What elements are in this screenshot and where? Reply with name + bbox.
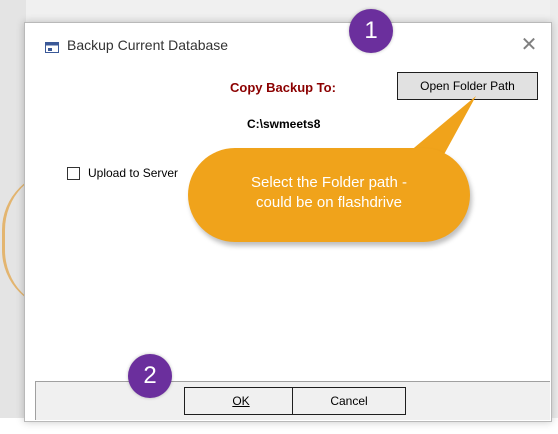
open-folder-path-button[interactable]: Open Folder Path	[397, 72, 538, 100]
window-title: Backup Current Database	[67, 37, 229, 53]
cancel-button[interactable]: Cancel	[292, 387, 406, 415]
window-icon	[45, 40, 59, 53]
callout-text: Select the Folder path - could be on fla…	[188, 173, 470, 213]
step-1-badge: 1	[349, 9, 393, 53]
cancel-label: Cancel	[330, 394, 368, 408]
callout-line-2: could be on flashdrive	[256, 194, 402, 211]
button-footer: OK Cancel	[35, 381, 550, 420]
backup-path: C:\swmeets8	[247, 117, 321, 131]
title-bar[interactable]: Backup Current Database ✕	[25, 23, 551, 65]
upload-checkbox[interactable]	[67, 166, 80, 180]
callout-line-1: Select the Folder path -	[251, 174, 407, 191]
upload-label[interactable]: Upload to Server	[88, 166, 178, 180]
step-2-badge: 2	[128, 354, 172, 398]
callout-bubble: Select the Folder path - could be on fla…	[188, 148, 470, 242]
ok-label: OK	[232, 394, 250, 408]
upload-option[interactable]: Upload to Server	[67, 166, 178, 180]
ok-button[interactable]: OK	[184, 387, 298, 415]
copy-backup-label: Copy Backup To:	[230, 80, 336, 95]
close-button[interactable]: ✕	[507, 29, 551, 61]
